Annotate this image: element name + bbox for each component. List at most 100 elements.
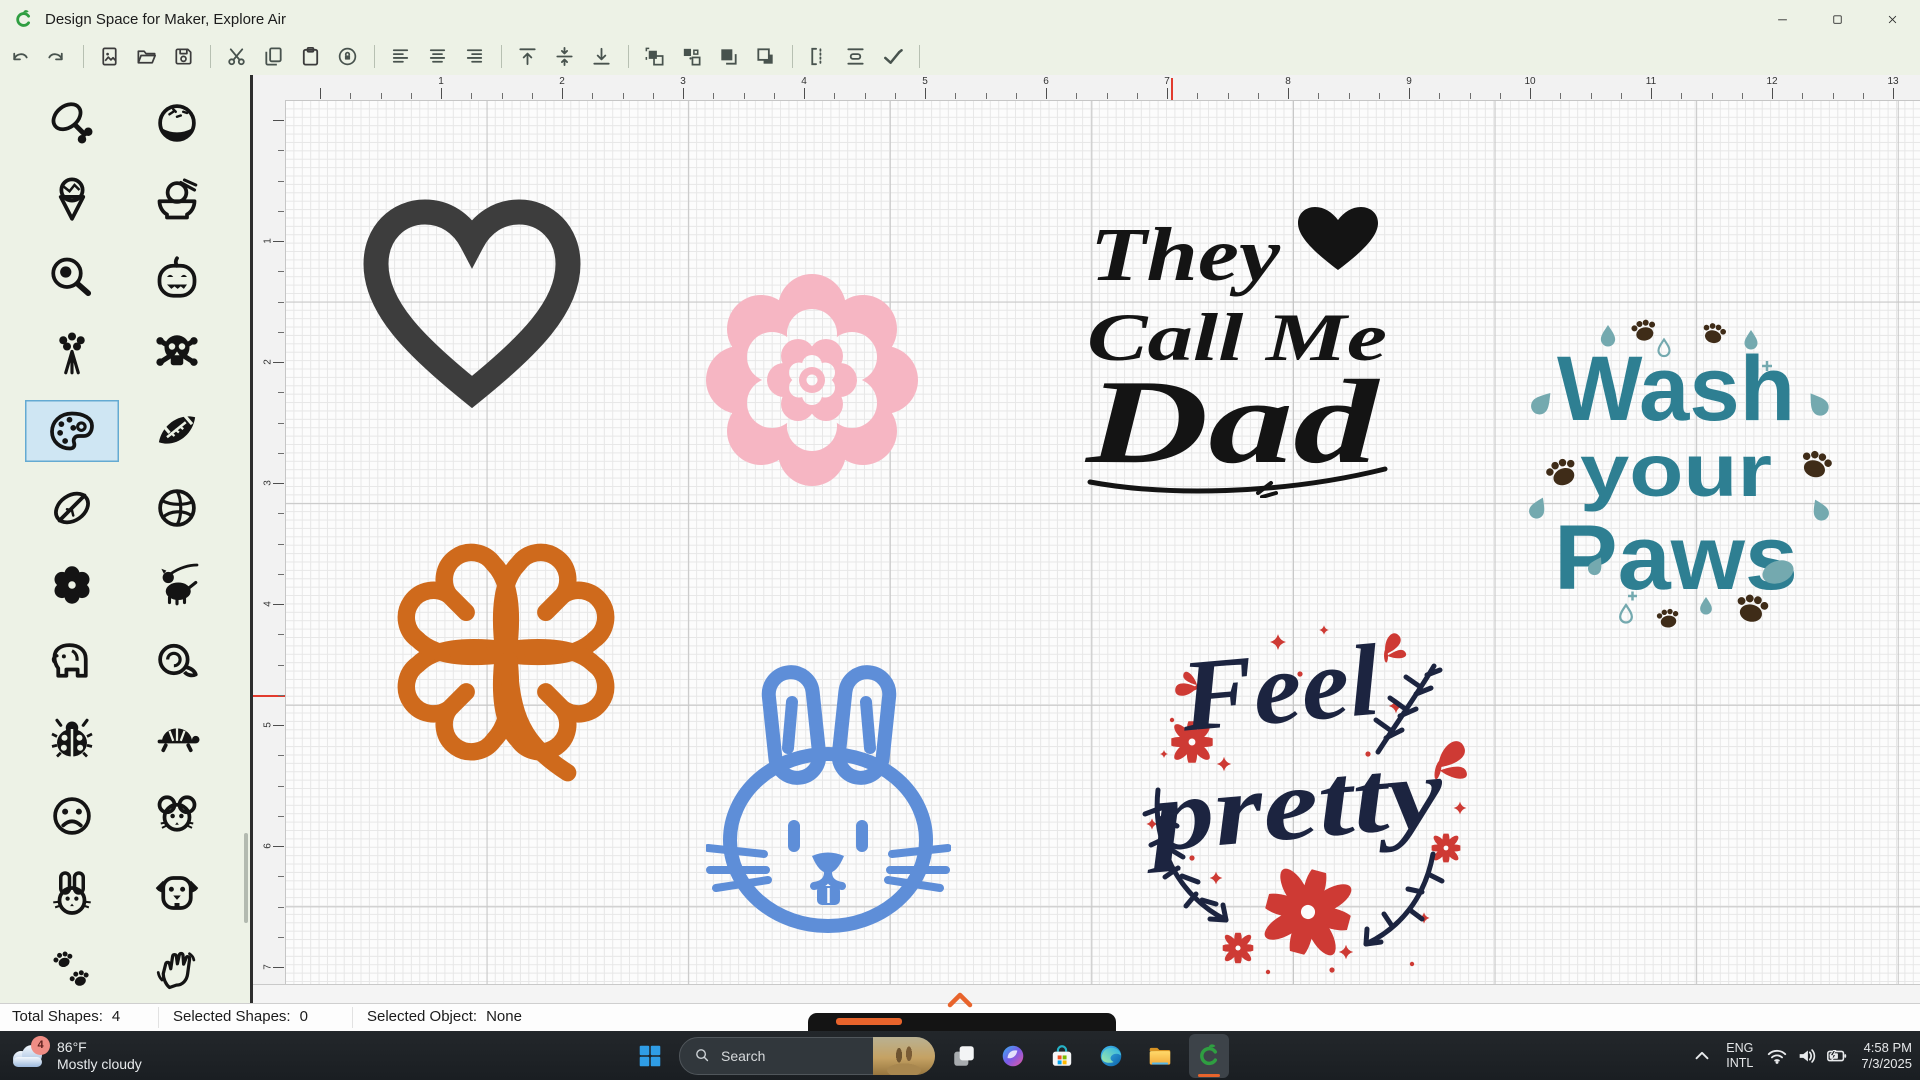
selected-shapes-value: 0 xyxy=(300,1008,308,1025)
paint-palette-icon xyxy=(47,406,97,456)
ruler-number: 6 xyxy=(1043,76,1049,87)
sidebar-item-frying-pan[interactable] xyxy=(25,246,119,308)
sidebar-item-ball-pin[interactable] xyxy=(25,477,119,539)
paste-button[interactable] xyxy=(297,43,325,71)
design-bunny-face[interactable] xyxy=(706,658,951,936)
hidden-panel-peek[interactable] xyxy=(808,1013,1116,1032)
sidebar-item-sushi-roll[interactable] xyxy=(130,92,224,154)
toolbar-separator xyxy=(83,45,84,68)
flip-horizontal-button[interactable] xyxy=(805,43,833,71)
taskbar: 4 86°F Mostly cloudy Search ENG INTL 4:5… xyxy=(0,1031,1920,1080)
cut-button[interactable] xyxy=(223,43,251,71)
sidebar-item-waving-hand[interactable] xyxy=(130,939,224,1001)
undo-button[interactable] xyxy=(6,43,34,71)
maximize-button[interactable] xyxy=(1810,0,1865,38)
sidebar-item-paint-palette[interactable] xyxy=(25,400,119,462)
copy-button[interactable] xyxy=(260,43,288,71)
chicken-drumstick-icon xyxy=(47,98,97,148)
open-folder-button[interactable] xyxy=(133,43,161,71)
hidden-icons-chevron-icon[interactable] xyxy=(1691,1045,1713,1067)
design-feel-pretty[interactable]: Feel pretty xyxy=(1128,612,1473,980)
toolbar-separator xyxy=(374,45,375,68)
language-indicator[interactable]: ENG INTL xyxy=(1726,1041,1753,1071)
status-divider xyxy=(158,1007,159,1028)
sidebar-item-football[interactable] xyxy=(130,400,224,462)
sidebar-item-dog-leash[interactable] xyxy=(130,554,224,616)
sidebar-item-mouse[interactable] xyxy=(130,785,224,847)
close-button[interactable] xyxy=(1865,0,1920,38)
ungroup-button[interactable] xyxy=(678,43,706,71)
design-pink-flower[interactable] xyxy=(695,272,930,494)
volume-icon xyxy=(1796,1045,1818,1067)
taskbar-app-cricut[interactable] xyxy=(1189,1034,1229,1078)
align-right-button[interactable] xyxy=(461,43,489,71)
sidebar-item-paw-prints[interactable] xyxy=(25,939,119,1001)
sidebar-item-elephant[interactable] xyxy=(25,631,119,693)
align-left-button[interactable] xyxy=(387,43,415,71)
sidebar-item-ice-cream-cone[interactable] xyxy=(25,169,119,231)
search-input[interactable]: Search xyxy=(679,1037,935,1075)
ruler-tick xyxy=(278,574,284,575)
design-clover-outline[interactable] xyxy=(372,518,640,821)
open-folder-icon xyxy=(135,45,158,68)
expand-panel-chevron-icon[interactable] xyxy=(946,991,974,1009)
frying-pan-icon xyxy=(47,252,97,302)
ruler-tick xyxy=(1470,93,1471,99)
taskbar-app-edge[interactable] xyxy=(1091,1034,1131,1078)
ruler-tick xyxy=(273,362,284,363)
sidebar-scrollbar[interactable] xyxy=(244,833,248,923)
ruler-tick xyxy=(278,755,284,756)
tray-status-icons[interactable] xyxy=(1766,1045,1848,1067)
align-center-button[interactable] xyxy=(424,43,452,71)
elephant-icon xyxy=(47,637,97,687)
group-button[interactable] xyxy=(641,43,669,71)
taskbar-app-task-view[interactable] xyxy=(944,1034,984,1078)
sidebar-item-pug-dog[interactable] xyxy=(130,862,224,924)
clock[interactable]: 4:58 PM 7/3/2025 xyxy=(1861,1040,1912,1072)
ruler-tick xyxy=(562,88,563,99)
weld-button[interactable] xyxy=(879,43,907,71)
sidebar-item-volleyball[interactable] xyxy=(130,477,224,539)
sidebar-item-flower-bouquet[interactable] xyxy=(25,323,119,385)
design-heart-outline[interactable] xyxy=(352,188,592,410)
new-file-icon xyxy=(98,45,121,68)
bring-forward-button[interactable] xyxy=(715,43,743,71)
sidebar-item-turtle[interactable] xyxy=(130,708,224,770)
save-button[interactable] xyxy=(170,43,198,71)
minimize-button[interactable] xyxy=(1755,0,1810,38)
sidebar-item-noodle-bowl[interactable] xyxy=(130,169,224,231)
design-they-call-me-dad[interactable]: They Call Me Dad xyxy=(1080,200,1395,498)
sidebar-item-bunny[interactable] xyxy=(25,862,119,924)
ruler-number: 8 xyxy=(1285,76,1291,87)
rotate-lock-button[interactable] xyxy=(334,43,362,71)
weather-widget[interactable]: 4 86°F Mostly cloudy xyxy=(8,1031,142,1080)
sidebar-item-sad-face[interactable] xyxy=(25,785,119,847)
redo-button[interactable] xyxy=(43,43,71,71)
sidebar-item-flower[interactable] xyxy=(25,554,119,616)
send-backward-button[interactable] xyxy=(752,43,780,71)
taskbar-app-copilot[interactable] xyxy=(993,1034,1033,1078)
align-bottom-button[interactable] xyxy=(588,43,616,71)
taskbar-app-file-explorer[interactable] xyxy=(1140,1034,1180,1078)
taskbar-app-start[interactable] xyxy=(630,1034,670,1078)
language-line1: ENG xyxy=(1726,1041,1753,1056)
ruler-tick xyxy=(1349,93,1350,99)
align-top-button[interactable] xyxy=(514,43,542,71)
sidebar-item-skull-crossbones[interactable] xyxy=(130,323,224,385)
new-file-button[interactable] xyxy=(96,43,124,71)
ruler-number: 11 xyxy=(1646,76,1656,87)
align-middle-button[interactable] xyxy=(551,43,579,71)
taskbar-app-store[interactable] xyxy=(1042,1034,1082,1078)
search-daily-image[interactable] xyxy=(873,1037,935,1075)
clover-paths xyxy=(395,541,617,773)
design-wash-your-paws[interactable]: Wash your Paws xyxy=(1516,308,1836,633)
ruler-tick xyxy=(925,88,926,99)
sidebar-item-ladybug[interactable] xyxy=(25,708,119,770)
distribute-vertical-button[interactable] xyxy=(842,43,870,71)
selected-shapes-label: Selected Shapes: xyxy=(173,1008,291,1025)
sidebar-item-seashell[interactable] xyxy=(130,631,224,693)
sidebar-item-chicken-drumstick[interactable] xyxy=(25,92,119,154)
sidebar-item-pumpkin[interactable] xyxy=(130,246,224,308)
ruler-tick xyxy=(411,93,412,99)
start-icon xyxy=(637,1043,663,1069)
